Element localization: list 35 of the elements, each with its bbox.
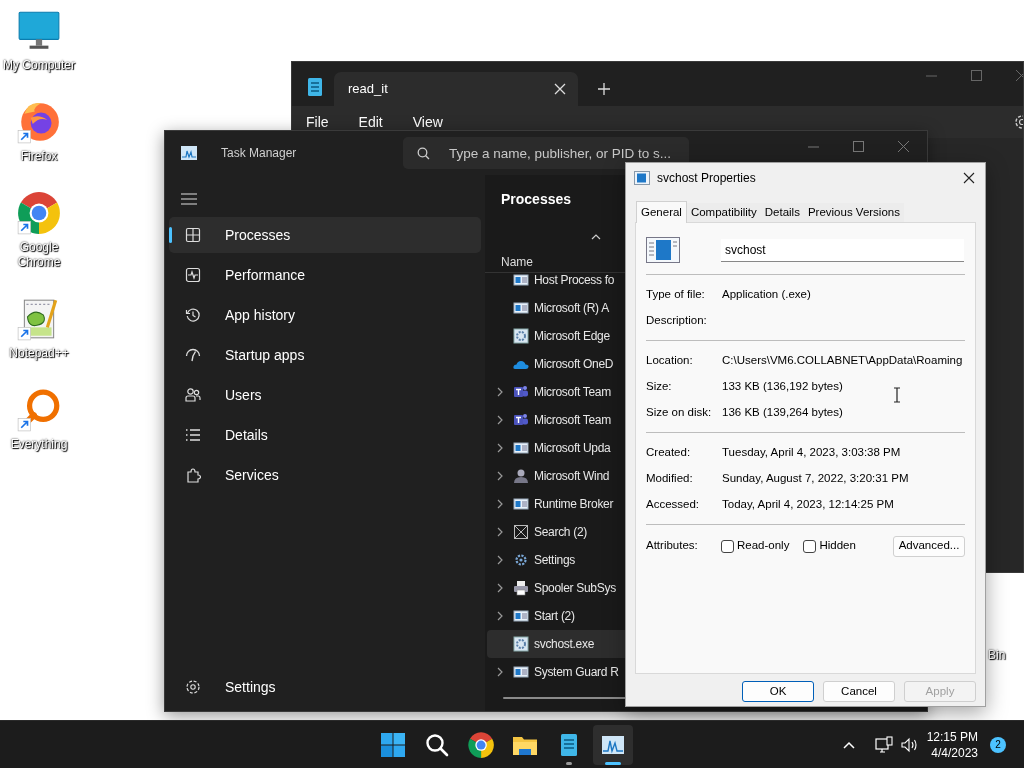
field-label: Location: (646, 353, 694, 369)
process-name: Start (2) (534, 608, 575, 625)
process-name: Microsoft Wind (534, 468, 610, 485)
field-label: Attributes: (646, 538, 699, 554)
field-label: Created: (646, 445, 692, 461)
field-value: Tuesday, April 4, 2023, 3:03:38 PM (722, 445, 901, 461)
process-name: Runtime Broker (534, 496, 614, 513)
field-value: 133 KB (136,192 bytes) (722, 379, 843, 395)
process-name: Microsoft Edge (534, 328, 610, 345)
process-name: Microsoft Upda (534, 440, 611, 457)
field-label: Modified: (646, 471, 694, 487)
process-name: Microsoft OneD (534, 356, 614, 373)
page-heading: Processes (501, 189, 572, 209)
process-name: Microsoft Team (534, 384, 611, 401)
process-name: Search (2) (534, 524, 588, 541)
field-value: Today, April 4, 2023, 12:14:25 PM (722, 497, 894, 513)
field-value: Sunday, August 7, 2022, 3:20:31 PM (722, 471, 909, 487)
process-name: Microsoft Team (534, 412, 611, 429)
field-label: Description: (646, 313, 708, 329)
process-name: Settings (534, 552, 575, 569)
process-name: System Guard R (534, 664, 619, 681)
field-value: Application (.exe) (722, 287, 811, 303)
dialog-title: svchost Properties (657, 170, 756, 187)
process-name: svchost.exe (534, 636, 595, 653)
field-label: Size: (646, 379, 673, 395)
process-name: Spooler SubSys (534, 580, 616, 597)
window-title: Task Manager (221, 145, 297, 162)
process-name: Microsoft (R) A (534, 300, 609, 317)
field-value: C:\Users\VM6.COLLABNET\AppData\Roaming (722, 353, 963, 369)
field-label: Size on disk: (646, 405, 713, 421)
field-label: Type of file: (646, 287, 706, 303)
field-value: 136 KB (139,264 bytes) (722, 405, 843, 421)
process-name: Host Process fo (534, 273, 615, 289)
tab-title: read_it (348, 80, 388, 99)
field-label: Accessed: (646, 497, 701, 513)
